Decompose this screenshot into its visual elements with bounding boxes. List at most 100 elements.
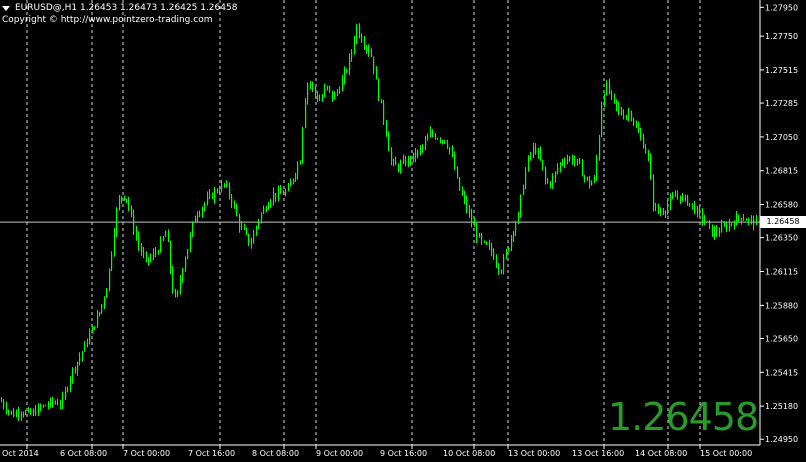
candle-body <box>177 291 179 296</box>
big-price-display: 1.26458 <box>608 395 759 439</box>
candle-body <box>8 411 10 413</box>
candle-body <box>680 195 682 201</box>
candle-body <box>349 57 351 71</box>
candle-body <box>751 218 753 220</box>
x-tick-label: 7 Oct 16:00 <box>188 449 235 458</box>
candle-body <box>121 196 123 199</box>
candle-body <box>731 223 733 225</box>
candle-body <box>141 245 143 253</box>
candle-body <box>410 157 412 161</box>
candle-body <box>224 183 226 185</box>
candle-body <box>33 410 35 415</box>
candle-body <box>538 151 540 154</box>
candle-body <box>464 194 466 200</box>
candle-body <box>101 304 103 313</box>
candle-body <box>346 70 348 72</box>
candle-body <box>97 314 99 328</box>
candle-body <box>596 158 598 178</box>
candle-body <box>6 406 8 412</box>
candle-body <box>689 203 691 205</box>
y-tick-label: 1.25650 <box>765 334 798 343</box>
candle-body <box>288 186 290 191</box>
candle-body <box>611 92 613 95</box>
candle-body <box>498 264 500 272</box>
candle-body <box>241 226 243 228</box>
candle-body <box>484 240 486 243</box>
candle-body <box>18 412 20 416</box>
candle-body <box>163 236 165 241</box>
x-tick-label: 15 Oct 00:00 <box>700 449 752 458</box>
candle-body <box>601 105 603 137</box>
candle-body <box>136 231 138 237</box>
candle-body <box>195 217 197 222</box>
candle-body <box>594 177 596 183</box>
x-tick-label: 10 Oct 08:00 <box>443 449 495 458</box>
candle-body <box>268 205 270 210</box>
candle-body <box>734 223 736 225</box>
candle-body <box>420 148 422 151</box>
candle-body <box>236 205 238 216</box>
x-tick-label: 9 Oct 00:00 <box>316 449 363 458</box>
x-tick-label: 7 Oct 00:00 <box>123 449 170 458</box>
candle-body <box>351 51 353 58</box>
candle-body <box>366 46 368 49</box>
candle-body <box>449 147 451 151</box>
candle-body <box>280 190 282 194</box>
dropdown-arrow-icon[interactable] <box>2 5 10 11</box>
candle-body <box>94 326 96 328</box>
candle-body <box>582 163 584 177</box>
candle-body <box>579 159 581 164</box>
candle-body <box>354 40 356 52</box>
candle-body <box>748 218 750 221</box>
candle-body <box>721 225 723 233</box>
candle-body <box>368 48 370 54</box>
candle-body <box>638 127 640 133</box>
candle-body <box>126 199 128 201</box>
y-tick-label: 1.27285 <box>765 99 798 108</box>
candle-body <box>263 208 265 214</box>
candle-body <box>77 361 79 371</box>
candle-body <box>185 258 187 269</box>
candle-body <box>293 179 295 183</box>
y-tick-label: 1.24950 <box>765 435 798 444</box>
candle-body <box>501 271 503 273</box>
candle-body <box>381 99 383 104</box>
candle-body <box>388 134 390 152</box>
candle-body <box>567 159 569 162</box>
candle-body <box>471 213 473 224</box>
candle-body <box>716 230 718 233</box>
candle-body <box>447 143 449 148</box>
candle-body <box>16 412 18 417</box>
candle-body <box>572 157 574 163</box>
candle-body <box>738 215 740 219</box>
candle-body <box>621 109 623 115</box>
candle-body <box>667 204 669 212</box>
candle-body <box>489 244 491 246</box>
candle-body <box>493 252 495 260</box>
candle-body <box>743 219 745 221</box>
candle-body <box>704 220 706 222</box>
y-tick-label: 1.26115 <box>765 268 798 277</box>
candle-body <box>62 396 64 405</box>
candle-body <box>246 229 248 234</box>
candle-body <box>23 413 25 415</box>
candle-body <box>503 257 505 272</box>
candle-body <box>452 150 454 155</box>
candle-body <box>523 186 525 195</box>
chart-window[interactable]: 1.27950 1.27750 1.27515 1.27285 1.27050 1.268… <box>0 0 806 462</box>
candle-body <box>312 83 314 88</box>
candle-body <box>604 94 606 106</box>
candle-body <box>413 152 415 161</box>
candle-body <box>285 190 287 195</box>
candle-body <box>386 121 388 135</box>
candle-body <box>180 280 182 292</box>
candle-body <box>547 179 549 183</box>
candle-body <box>175 292 177 296</box>
candle-body <box>172 270 174 293</box>
candle-body <box>687 196 689 205</box>
candle-body <box>614 94 616 100</box>
candle-body <box>422 145 424 149</box>
candle-body <box>50 399 52 406</box>
price-chart[interactable]: 1.27950 1.27750 1.27515 1.27285 1.27050 1.268… <box>0 0 806 462</box>
candle-body <box>636 123 638 128</box>
